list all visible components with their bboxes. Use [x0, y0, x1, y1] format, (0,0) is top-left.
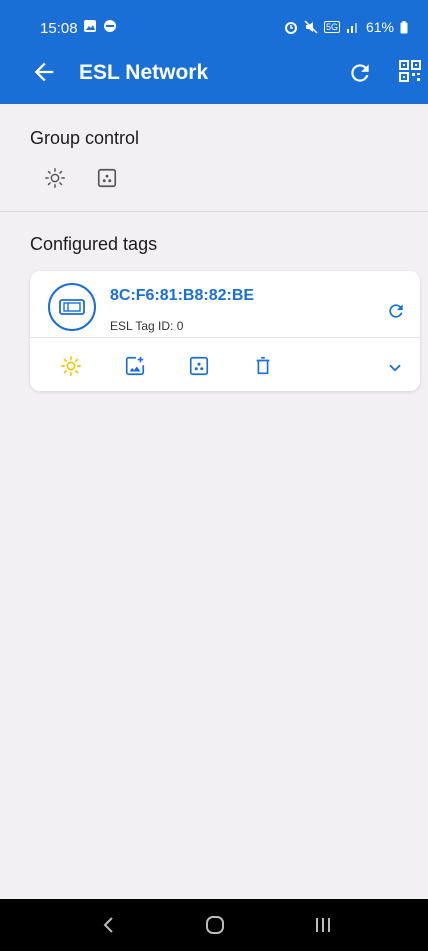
card-divider — [30, 337, 420, 338]
nav-recents-icon[interactable] — [313, 915, 333, 935]
top-bar: 15:08 5G 61% ESL Network — [0, 0, 428, 104]
tag-card[interactable]: 8C:F6:81:B8:82:BE ESL Tag ID: 0 — [30, 271, 420, 391]
tag-id-label: ESL Tag ID: 0 — [110, 319, 184, 333]
back-arrow-icon[interactable] — [30, 58, 58, 86]
refresh-icon[interactable] — [386, 301, 406, 321]
gallery-notification-icon — [83, 19, 97, 33]
delete-icon[interactable] — [252, 355, 274, 377]
status-bar: 15:08 5G 61% — [0, 0, 428, 44]
add-image-icon[interactable] — [124, 355, 146, 377]
configured-tags-title: Configured tags — [30, 234, 158, 254]
app-bar: ESL Network — [0, 50, 428, 98]
refresh-icon[interactable] — [347, 60, 373, 86]
chevron-down-icon[interactable] — [386, 359, 404, 377]
signal-icon — [346, 21, 360, 33]
nav-home-icon[interactable] — [205, 915, 225, 935]
alarm-icon — [284, 20, 298, 34]
status-time: 15:08 — [40, 20, 78, 37]
section-divider — [0, 211, 428, 212]
tag-actions — [60, 355, 274, 377]
image-icon[interactable] — [188, 355, 210, 377]
status-left-icons — [83, 19, 117, 33]
status-right-icons: 5G 61% — [284, 19, 408, 35]
tag-mac-address: 8C:F6:81:B8:82:BE — [110, 287, 255, 304]
qr-scan-icon[interactable] — [398, 58, 422, 84]
system-nav-bar — [0, 899, 428, 951]
nav-back-icon[interactable] — [100, 915, 118, 935]
battery-icon — [400, 20, 408, 34]
light-icon[interactable] — [60, 355, 82, 377]
battery-percent: 61% — [365, 19, 394, 35]
esl-tag-icon — [48, 283, 96, 331]
group-control-title: Group control — [30, 128, 140, 148]
page-title: ESL Network — [79, 61, 209, 84]
group-control-actions — [44, 167, 118, 189]
network-5g-icon: 5G — [323, 21, 340, 33]
mute-icon — [304, 20, 318, 34]
sync-notification-icon — [103, 19, 117, 33]
light-icon[interactable] — [44, 167, 66, 189]
image-icon[interactable] — [96, 167, 118, 189]
